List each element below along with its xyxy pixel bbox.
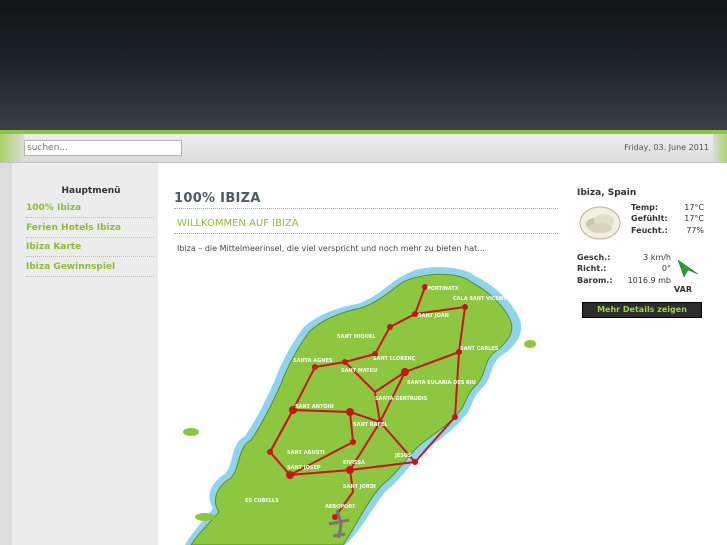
wind-code: VAR [674,285,692,294]
map-label: SANT RAFEL [353,422,388,428]
sidebar-item-100-ibiza[interactable]: 100% Ibiza [26,203,154,218]
weather-city: Ibiza, Spain [577,188,637,198]
map-label: SANT JOAN [418,313,449,319]
more-details-button[interactable]: Mehr Details zeigen [582,302,702,318]
weather-feels-value: 17°C [684,214,704,223]
map-label: SANT ANTONI [295,404,334,410]
wind-direction-arrow-icon [677,259,699,278]
map-label: SANTA AGNES [293,358,333,364]
current-date: Friday, 03. June 2011 [624,143,709,152]
map-label: ES CUBELLS [245,498,279,504]
map-label: PORTINATX [427,286,459,292]
sidebar-item-ferien-hotels[interactable]: Ferien Hotels Ibiza [26,223,154,238]
page-title: 100% IBIZA [174,191,261,206]
map-label: CALA SANT VICENT [453,296,507,302]
map-label: AEROPORT [325,504,356,510]
weather-feels-label: Gefühlt: [631,214,668,223]
map-label: SANT JORDI [343,484,376,490]
welcome-heading-link[interactable]: WILLKOMMEN AUF IBIZA [177,218,299,229]
ibiza-map[interactable]: PORTINATX SANT JOAN SANT MIQUEL SANT LLO… [175,262,560,545]
weather-speed-label: Gesch.: [577,253,611,262]
site-header [0,0,727,130]
divider [174,208,558,209]
map-label: SANTA GERTRUDIS [375,396,428,402]
map-label: SANT MIQUEL [337,334,376,340]
map-label: SANT JOSEP [287,465,321,471]
weather-direction-label: Richt.: [577,264,607,273]
search-input[interactable] [24,140,182,156]
map-label: SANT MATEU [341,368,377,374]
weather-temp-value: 17°C [684,203,704,212]
sidebar-item-ibiza-karte[interactable]: Ibiza Karte [26,242,154,257]
map-label: EIVISSA [343,460,365,466]
weather-direction-value: 0° [661,264,671,273]
weather-baro-label: Barom.: [577,276,613,285]
map-label: SANT AGUSTI [287,450,325,456]
sidebar-item-gewinnspiel[interactable]: Ibiza Gewinnspiel [26,262,154,277]
map-label: JESUS [394,453,412,459]
intro-text: Ibiza – die Mittelmeerinsel, die viel ve… [177,244,485,253]
map-label: SANT LLORENÇ [373,356,416,362]
weather-humidity-label: Feucht.: [631,226,668,235]
map-label: SANTA EULARIA DES RIU [407,380,476,386]
weather-humidity-value: 77% [686,226,704,235]
bar-accent-left [0,134,24,162]
sidebar-title: Hauptmenü [61,186,121,196]
weather-speed-value: 3 km/h [643,253,671,262]
map-label: SANT CARLES [460,346,499,352]
bar-accent-right [713,134,727,162]
weather-temp-label: Temp: [631,203,659,212]
divider [174,233,558,234]
weather-baro-value: 1016.9 mb [627,276,671,285]
cloudy-weather-icon [579,206,621,240]
sidebar [12,163,158,545]
